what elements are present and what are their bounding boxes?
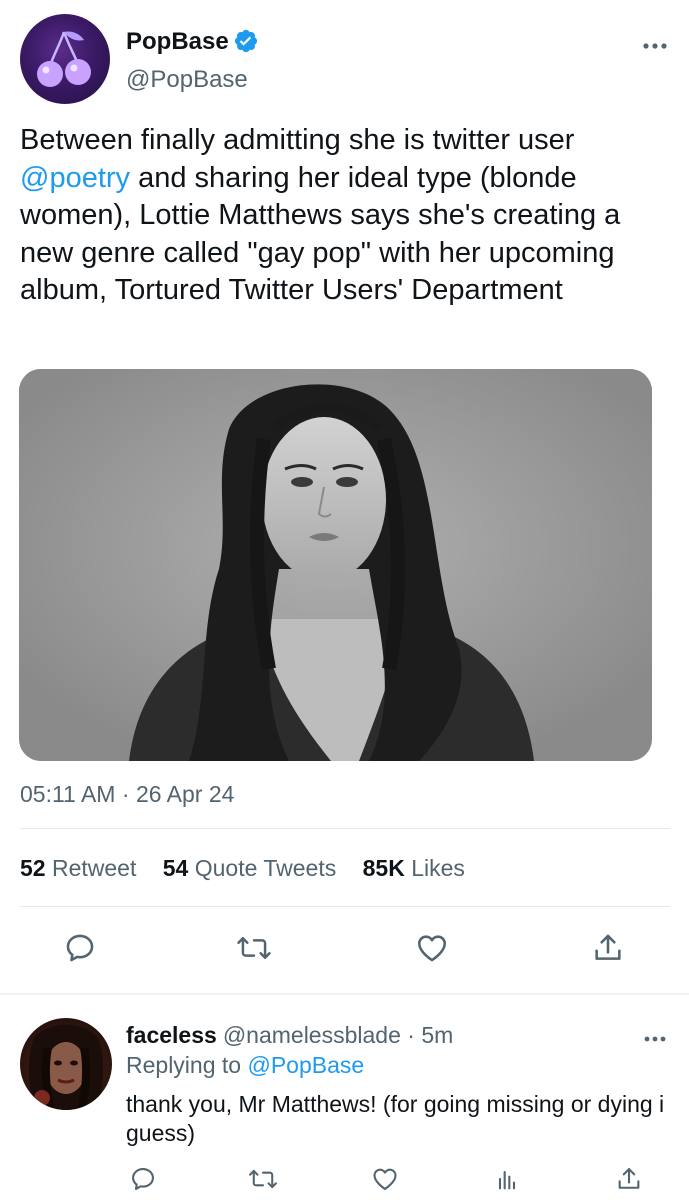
reply-tweet[interactable]: faceless @namelessblade · 5m Replying to …: [0, 1010, 689, 1200]
display-name[interactable]: faceless: [126, 1022, 217, 1048]
replying-to-link[interactable]: @PopBase: [247, 1052, 364, 1078]
replying-to: Replying to @PopBase: [126, 1052, 364, 1079]
cherries-logo-icon: [37, 31, 91, 87]
share-button[interactable]: [612, 1162, 646, 1196]
reply-avatar-photo: [28, 1024, 104, 1110]
tweet-date: 26 Apr 24: [135, 781, 235, 807]
tweet-text-part: Between finally admitting she is twitter…: [20, 124, 575, 156]
quotes-label: Quote Tweets: [194, 855, 337, 881]
portrait-photo: [19, 369, 652, 761]
likes-label: Likes: [411, 855, 465, 881]
reply-button[interactable]: [126, 1162, 160, 1196]
more-icon[interactable]: [641, 1030, 669, 1048]
reply-action-bar: [0, 1162, 689, 1198]
tweet-header: PopBase @PopBase: [20, 14, 670, 106]
verified-badge-icon: [234, 29, 258, 53]
time-separator: ·: [400, 1022, 422, 1048]
thread-separator: [0, 993, 689, 995]
like-button[interactable]: [368, 1162, 402, 1196]
more-icon[interactable]: [640, 36, 670, 56]
handle[interactable]: @PopBase: [126, 66, 248, 94]
views-icon: [498, 1170, 516, 1190]
handle[interactable]: @namelessblade: [223, 1022, 401, 1048]
like-button[interactable]: [412, 928, 452, 968]
quotes-count: 54: [162, 855, 189, 881]
reply-text: thank you, Mr Matthews! (for going missi…: [126, 1091, 665, 1146]
tweet-time: 05:11 AM: [20, 781, 116, 807]
like-icon: [373, 1168, 397, 1190]
retweets-count: 52: [20, 855, 46, 881]
date-separator: ·: [115, 781, 136, 807]
share-icon: [595, 934, 621, 960]
likes-count: 85K: [362, 855, 405, 881]
retweet-icon: [237, 937, 271, 959]
retweet-button[interactable]: [234, 928, 274, 968]
retweets-stat[interactable]: 52 Retweet: [20, 855, 136, 882]
retweet-button[interactable]: [246, 1162, 280, 1196]
reply-time[interactable]: 5m: [421, 1022, 453, 1048]
mention-link[interactable]: @poetry: [20, 162, 130, 194]
reply-header: faceless @namelessblade · 5m: [126, 1022, 453, 1049]
tweet-timestamp[interactable]: 05:11 AM · 26 Apr 24: [20, 781, 234, 808]
retweets-label: Retweet: [51, 855, 137, 881]
avatar[interactable]: [20, 1018, 112, 1110]
avatar[interactable]: [20, 14, 110, 104]
tweet-action-bar: [0, 928, 689, 972]
likes-stat[interactable]: 85K Likes: [363, 855, 465, 882]
replying-prefix: Replying to: [126, 1052, 248, 1078]
display-name[interactable]: PopBase: [126, 28, 229, 56]
reply-icon: [132, 1168, 154, 1190]
tweet-text: Between finally admitting she is twitter…: [20, 122, 672, 310]
divider: [20, 906, 670, 907]
divider: [20, 828, 670, 829]
tweet-stats: 52 Retweet 54 Quote Tweets 85K Likes: [20, 855, 485, 882]
share-icon: [618, 1168, 640, 1189]
reply-icon: [66, 934, 94, 962]
tweet-photo[interactable]: [19, 369, 652, 761]
like-icon: [417, 935, 447, 962]
quotes-stat[interactable]: 54 Quote Tweets: [163, 855, 336, 882]
reply-button[interactable]: [60, 928, 100, 968]
retweet-icon: [249, 1169, 277, 1189]
share-button[interactable]: [588, 928, 628, 968]
views-button[interactable]: [490, 1162, 524, 1196]
